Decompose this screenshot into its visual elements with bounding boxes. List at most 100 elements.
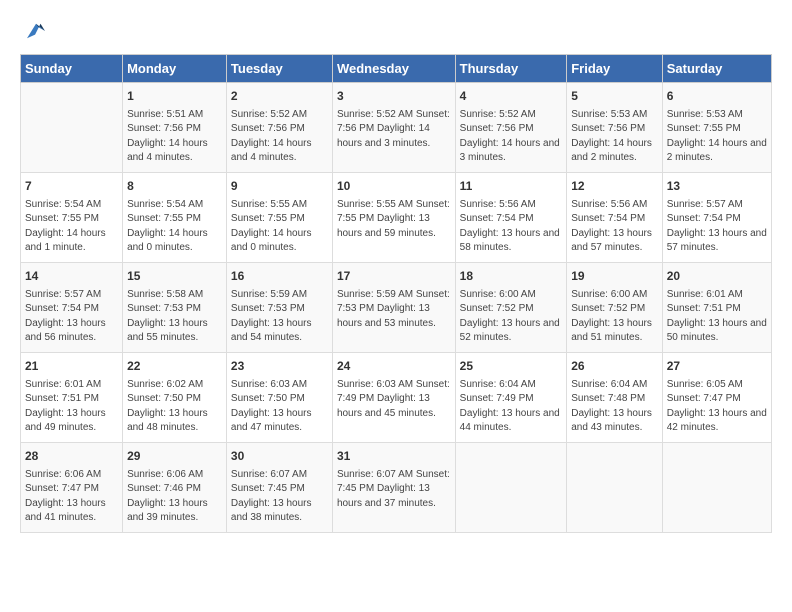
cell-content: Sunrise: 5:55 AM Sunset: 7:55 PM Dayligh… xyxy=(231,198,328,256)
day-number: 15 xyxy=(127,268,222,285)
cell-content: Sunrise: 6:07 AM Sunset: 7:45 PM Dayligh… xyxy=(231,468,328,526)
header-thursday: Thursday xyxy=(455,55,567,83)
day-number: 9 xyxy=(231,178,328,195)
cell-content: Sunrise: 5:52 AM Sunset: 7:56 PM Dayligh… xyxy=(231,108,328,166)
cell-content: Sunrise: 5:51 AM Sunset: 7:56 PM Dayligh… xyxy=(127,108,222,166)
cell-w3-d1: 15 Sunrise: 5:58 AM Sunset: 7:53 PM Dayli… xyxy=(123,263,227,353)
cell-w4-d6: 27 Sunrise: 6:05 AM Sunset: 7:47 PM Dayli… xyxy=(662,353,771,443)
cell-content: Sunrise: 6:04 AM Sunset: 7:49 PM Dayligh… xyxy=(460,378,563,436)
header-sunday: Sunday xyxy=(21,55,123,83)
day-number: 28 xyxy=(25,448,118,465)
cell-content: Sunrise: 5:58 AM Sunset: 7:53 PM Dayligh… xyxy=(127,288,222,346)
cell-content: Sunrise: 6:07 AM Sunset: 7:45 PM Dayligh… xyxy=(337,468,451,512)
cell-content: Sunrise: 6:01 AM Sunset: 7:51 PM Dayligh… xyxy=(25,378,118,436)
day-number: 20 xyxy=(667,268,767,285)
day-number: 22 xyxy=(127,358,222,375)
logo xyxy=(20,20,50,44)
cell-content: Sunrise: 5:57 AM Sunset: 7:54 PM Dayligh… xyxy=(667,198,767,256)
header-row: SundayMondayTuesdayWednesdayThursdayFrid… xyxy=(21,55,772,83)
cell-content: Sunrise: 6:03 AM Sunset: 7:49 PM Dayligh… xyxy=(337,378,451,422)
week-row-3: 14Sunrise: 5:57 AM Sunset: 7:54 PM Dayli… xyxy=(21,263,772,353)
day-number: 12 xyxy=(571,178,658,195)
cell-content: Sunrise: 5:59 AM Sunset: 7:53 PM Dayligh… xyxy=(231,288,328,346)
day-number: 17 xyxy=(337,268,451,285)
day-number: 2 xyxy=(231,88,328,105)
week-row-5: 28 Sunrise: 6:06 AM Sunset: 7:47 PM Dayli… xyxy=(21,443,772,533)
cell-w4-d1: 22 Sunrise: 6:02 AM Sunset: 7:50 PM Dayli… xyxy=(123,353,227,443)
cell-w5-d6 xyxy=(662,443,771,533)
day-number: 5 xyxy=(571,88,658,105)
cell-w5-d1: 29 Sunrise: 6:06 AM Sunset: 7:46 PM Dayli… xyxy=(123,443,227,533)
cell-content: Sunrise: 6:06 AM Sunset: 7:47 PM Dayligh… xyxy=(25,468,118,526)
day-number: 19 xyxy=(571,268,658,285)
cell-content: Sunrise: 5:53 AM Sunset: 7:55 PM Dayligh… xyxy=(667,108,767,166)
day-number: 24 xyxy=(337,358,451,375)
cell-w2-d5: 12 Sunrise: 5:56 AM Sunset: 7:54 PM Dayli… xyxy=(567,173,663,263)
day-number: 4 xyxy=(460,88,563,105)
cell-w1-d6: 6Sunrise: 5:53 AM Sunset: 7:55 PM Daylig… xyxy=(662,83,771,173)
cell-w3-d5: 19 Sunrise: 6:00 AM Sunset: 7:52 PM Dayli… xyxy=(567,263,663,353)
cell-content: Sunrise: 5:52 AM Sunset: 7:56 PM Dayligh… xyxy=(337,108,451,152)
cell-content: Sunrise: 5:59 AM Sunset: 7:53 PM Dayligh… xyxy=(337,288,451,332)
header-tuesday: Tuesday xyxy=(226,55,332,83)
page-header xyxy=(20,20,772,44)
day-number: 16 xyxy=(231,268,328,285)
cell-content: Sunrise: 5:56 AM Sunset: 7:54 PM Dayligh… xyxy=(460,198,563,256)
day-number: 18 xyxy=(460,268,563,285)
cell-w3-d0: 14Sunrise: 5:57 AM Sunset: 7:54 PM Dayli… xyxy=(21,263,123,353)
week-row-1: 1Sunrise: 5:51 AM Sunset: 7:56 PM Daylig… xyxy=(21,83,772,173)
calendar-body: 1Sunrise: 5:51 AM Sunset: 7:56 PM Daylig… xyxy=(21,83,772,533)
cell-w2-d3: 10Sunrise: 5:55 AM Sunset: 7:55 PM Dayli… xyxy=(332,173,455,263)
cell-w1-d0 xyxy=(21,83,123,173)
cell-content: Sunrise: 6:04 AM Sunset: 7:48 PM Dayligh… xyxy=(571,378,658,436)
cell-content: Sunrise: 6:05 AM Sunset: 7:47 PM Dayligh… xyxy=(667,378,767,436)
day-number: 21 xyxy=(25,358,118,375)
day-number: 27 xyxy=(667,358,767,375)
header-friday: Friday xyxy=(567,55,663,83)
cell-content: Sunrise: 5:55 AM Sunset: 7:55 PM Dayligh… xyxy=(337,198,451,242)
day-number: 3 xyxy=(337,88,451,105)
day-number: 31 xyxy=(337,448,451,465)
cell-w1-d1: 1Sunrise: 5:51 AM Sunset: 7:56 PM Daylig… xyxy=(123,83,227,173)
cell-w1-d3: 3 Sunrise: 5:52 AM Sunset: 7:56 PM Daylig… xyxy=(332,83,455,173)
day-number: 11 xyxy=(460,178,563,195)
cell-w5-d3: 31 Sunrise: 6:07 AM Sunset: 7:45 PM Dayli… xyxy=(332,443,455,533)
cell-w4-d2: 23 Sunrise: 6:03 AM Sunset: 7:50 PM Dayli… xyxy=(226,353,332,443)
day-number: 30 xyxy=(231,448,328,465)
day-number: 26 xyxy=(571,358,658,375)
cell-w2-d1: 8 Sunrise: 5:54 AM Sunset: 7:55 PM Daylig… xyxy=(123,173,227,263)
cell-w4-d4: 25Sunrise: 6:04 AM Sunset: 7:49 PM Dayli… xyxy=(455,353,567,443)
day-number: 14 xyxy=(25,268,118,285)
day-number: 23 xyxy=(231,358,328,375)
calendar-header: SundayMondayTuesdayWednesdayThursdayFrid… xyxy=(21,55,772,83)
cell-content: Sunrise: 6:02 AM Sunset: 7:50 PM Dayligh… xyxy=(127,378,222,436)
cell-w3-d2: 16 Sunrise: 5:59 AM Sunset: 7:53 PM Dayli… xyxy=(226,263,332,353)
cell-w3-d3: 17 Sunrise: 5:59 AM Sunset: 7:53 PM Dayli… xyxy=(332,263,455,353)
day-number: 13 xyxy=(667,178,767,195)
cell-w2-d0: 7Sunrise: 5:54 AM Sunset: 7:55 PM Daylig… xyxy=(21,173,123,263)
calendar-table: SundayMondayTuesdayWednesdayThursdayFrid… xyxy=(20,54,772,533)
cell-w1-d5: 5 Sunrise: 5:53 AM Sunset: 7:56 PM Daylig… xyxy=(567,83,663,173)
cell-w3-d4: 18 Sunrise: 6:00 AM Sunset: 7:52 PM Dayli… xyxy=(455,263,567,353)
logo-text xyxy=(20,20,50,44)
cell-w3-d6: 20Sunrise: 6:01 AM Sunset: 7:51 PM Dayli… xyxy=(662,263,771,353)
cell-w4-d3: 24 Sunrise: 6:03 AM Sunset: 7:49 PM Dayli… xyxy=(332,353,455,443)
cell-content: Sunrise: 5:53 AM Sunset: 7:56 PM Dayligh… xyxy=(571,108,658,166)
day-number: 29 xyxy=(127,448,222,465)
cell-content: Sunrise: 5:54 AM Sunset: 7:55 PM Dayligh… xyxy=(127,198,222,256)
cell-content: Sunrise: 6:00 AM Sunset: 7:52 PM Dayligh… xyxy=(460,288,563,346)
cell-content: Sunrise: 5:54 AM Sunset: 7:55 PM Dayligh… xyxy=(25,198,118,256)
cell-content: Sunrise: 6:06 AM Sunset: 7:46 PM Dayligh… xyxy=(127,468,222,526)
header-saturday: Saturday xyxy=(662,55,771,83)
cell-w5-d4 xyxy=(455,443,567,533)
cell-w2-d4: 11 Sunrise: 5:56 AM Sunset: 7:54 PM Dayli… xyxy=(455,173,567,263)
cell-content: Sunrise: 6:03 AM Sunset: 7:50 PM Dayligh… xyxy=(231,378,328,436)
cell-content: Sunrise: 6:00 AM Sunset: 7:52 PM Dayligh… xyxy=(571,288,658,346)
cell-w5-d2: 30 Sunrise: 6:07 AM Sunset: 7:45 PM Dayli… xyxy=(226,443,332,533)
cell-w1-d2: 2 Sunrise: 5:52 AM Sunset: 7:56 PM Daylig… xyxy=(226,83,332,173)
day-number: 8 xyxy=(127,178,222,195)
cell-content: Sunrise: 5:56 AM Sunset: 7:54 PM Dayligh… xyxy=(571,198,658,256)
cell-content: Sunrise: 5:52 AM Sunset: 7:56 PM Dayligh… xyxy=(460,108,563,166)
header-monday: Monday xyxy=(123,55,227,83)
cell-w2-d6: 13 Sunrise: 5:57 AM Sunset: 7:54 PM Dayli… xyxy=(662,173,771,263)
